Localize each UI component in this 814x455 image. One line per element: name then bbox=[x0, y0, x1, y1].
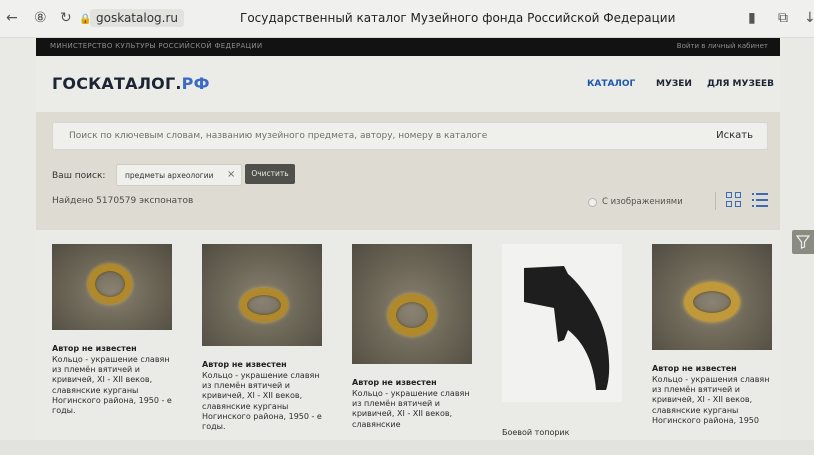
nav-for-museums[interactable]: ДЛЯ МУЗЕЕВ bbox=[707, 79, 774, 89]
result-card[interactable]: Автор не известен Кольцо - украшение сла… bbox=[202, 244, 322, 440]
with-images-label[interactable]: С изображениями bbox=[602, 197, 683, 207]
funnel-icon bbox=[796, 235, 810, 249]
view-divider bbox=[715, 192, 716, 210]
your-search-label: Ваш поиск: bbox=[52, 171, 106, 181]
close-icon[interactable]: × bbox=[227, 169, 235, 180]
page-title-bar: Государственный каталог Музейного фонда … bbox=[240, 11, 676, 25]
item-description[interactable]: Кольцо - украшение славян из племён вяти… bbox=[202, 371, 324, 440]
clear-button[interactable]: Очистить bbox=[245, 164, 295, 184]
item-image[interactable] bbox=[502, 244, 622, 402]
search-placeholder: Поиск по ключевым словам, названию музей… bbox=[69, 131, 488, 141]
search-area: Поиск по ключевым словам, названию музей… bbox=[36, 112, 780, 230]
ministry-bar: МИНИСТЕРСТВО КУЛЬТУРЫ РОССИЙСКОЙ ФЕДЕРАЦ… bbox=[36, 38, 780, 56]
bookmark-icon[interactable]: ▮ bbox=[748, 10, 756, 26]
axe-image bbox=[524, 266, 610, 390]
item-author[interactable]: Автор не известен bbox=[52, 344, 137, 353]
item-image[interactable] bbox=[652, 244, 772, 350]
filter-chip-label: предметы археологии bbox=[125, 171, 214, 180]
page-bottom bbox=[0, 440, 814, 455]
list-view-icon[interactable] bbox=[752, 193, 768, 207]
result-card[interactable]: Боевой топорик bbox=[502, 244, 622, 440]
yandex-icon[interactable]: ⑧ bbox=[34, 10, 47, 26]
filter-chip[interactable]: предметы археологии × bbox=[116, 164, 242, 186]
grid-view-icon[interactable] bbox=[726, 192, 742, 208]
item-image[interactable] bbox=[352, 244, 472, 364]
item-description[interactable]: Кольцо - украшения славян из племён вяти… bbox=[652, 375, 774, 440]
item-description[interactable]: Кольцо - украшение славян из племён вяти… bbox=[52, 355, 174, 416]
nav-catalog[interactable]: КАТАЛОГ bbox=[587, 79, 635, 89]
nav-museums[interactable]: МУЗЕИ bbox=[656, 79, 692, 89]
address-bar[interactable]: goskatalog.ru bbox=[90, 9, 185, 27]
item-author[interactable]: Автор не известен bbox=[202, 360, 287, 369]
item-image[interactable] bbox=[202, 244, 322, 346]
results-grid: Автор не известен Кольцо - украшение сла… bbox=[36, 230, 780, 440]
browser-toolbar: ← ⑧ ↻ 🔒 goskatalog.ru Государственный ка… bbox=[0, 0, 814, 38]
result-card[interactable]: Автор не известен Кольцо - украшения сла… bbox=[652, 244, 772, 440]
filter-panel-toggle[interactable] bbox=[792, 230, 814, 254]
results-count: Найдено 5170579 экспонатов bbox=[52, 196, 194, 206]
search-input[interactable]: Поиск по ключевым словам, названию музей… bbox=[52, 122, 768, 150]
site-header: ГОСКАТАЛОГ.РФ КАТАЛОГ МУЗЕИ ДЛЯ МУЗЕЕВ bbox=[36, 56, 780, 112]
download-icon[interactable]: ↓ bbox=[804, 10, 814, 26]
item-author[interactable]: Автор не известен bbox=[652, 364, 737, 373]
item-description[interactable]: Кольцо - украшение славян из племён вяти… bbox=[352, 389, 474, 440]
item-author[interactable]: Автор не известен bbox=[352, 378, 437, 387]
login-link[interactable]: Войти в личный кабинет bbox=[677, 42, 768, 50]
with-images-radio[interactable] bbox=[588, 198, 597, 207]
share-icon[interactable]: ⧉ bbox=[778, 10, 788, 26]
ministry-label: МИНИСТЕРСТВО КУЛЬТУРЫ РОССИЙСКОЙ ФЕДЕРАЦ… bbox=[50, 42, 263, 50]
reload-icon[interactable]: ↻ bbox=[60, 10, 72, 26]
result-card[interactable]: Автор не известен Кольцо - украшение сла… bbox=[52, 244, 172, 440]
result-card[interactable]: Автор не известен Кольцо - украшение сла… bbox=[352, 244, 472, 440]
back-arrow-icon[interactable]: ← bbox=[6, 10, 18, 26]
item-image[interactable] bbox=[52, 244, 172, 330]
item-description[interactable]: Боевой топорик bbox=[502, 428, 624, 438]
search-button[interactable]: Искать bbox=[716, 130, 753, 141]
site-logo[interactable]: ГОСКАТАЛОГ.РФ bbox=[52, 74, 210, 93]
